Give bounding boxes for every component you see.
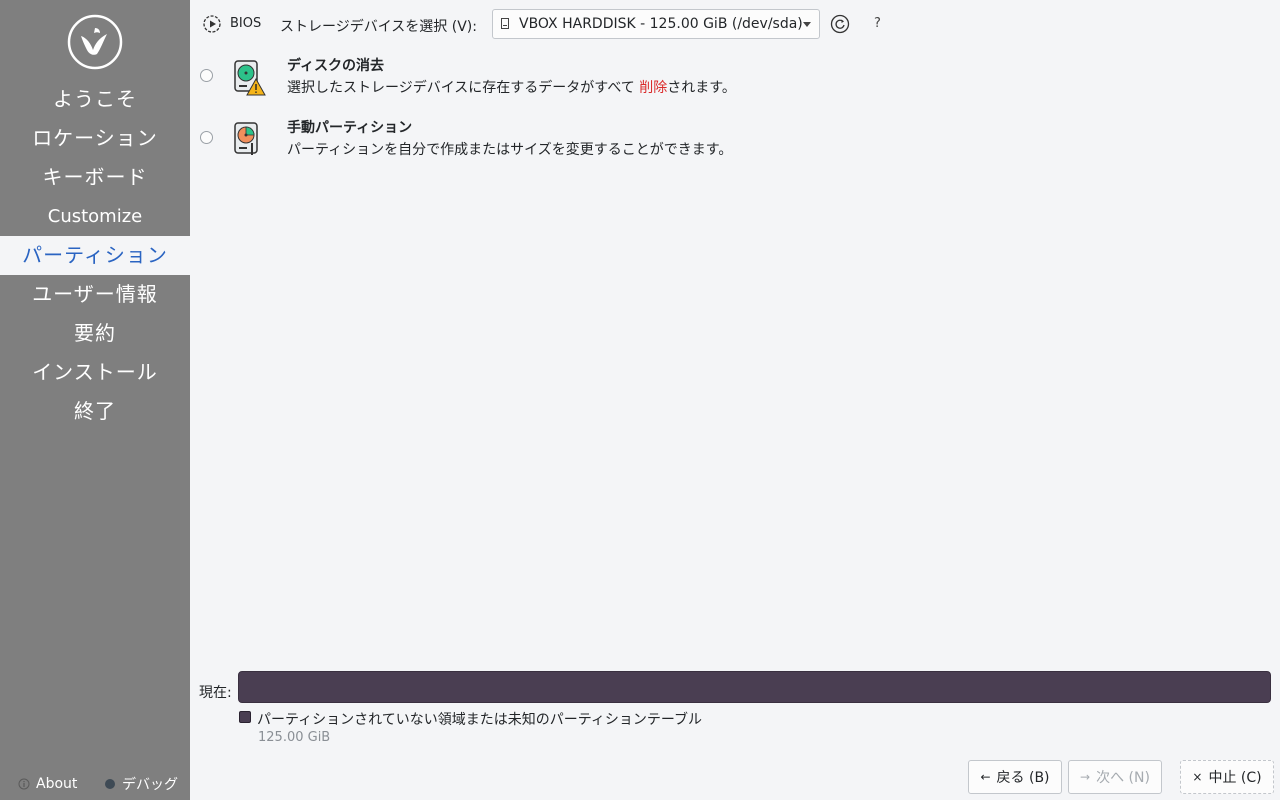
- play-circle-icon: [203, 15, 221, 33]
- erase-disk-radio[interactable]: [200, 69, 213, 82]
- cancel-label: 中止 (C): [1208, 770, 1262, 786]
- storage-device-select[interactable]: VBOX HARDDISK - 125.00 GiB (/dev/sda): [492, 9, 820, 39]
- manual-partition-description: パーティションを自分で作成またはサイズを変更することができます。: [287, 142, 733, 158]
- current-label: 現在:: [199, 685, 232, 701]
- manual-partition-title: 手動パーティション: [287, 120, 413, 136]
- arrow-right-icon: →: [1080, 770, 1091, 784]
- sidebar-item-keyboard[interactable]: キーボード: [0, 158, 190, 197]
- erase-disk-option[interactable]: ディスクの消去 選択したストレージデバイスに存在するデータがすべて 削除されます…: [190, 55, 1280, 111]
- legend-size: 125.00 GiB: [258, 730, 331, 745]
- refresh-icon[interactable]: [830, 14, 850, 34]
- manual-partition-icon: [234, 122, 258, 155]
- erase-desc-text: 選択したストレージデバイスに存在するデータがすべて: [287, 80, 640, 96]
- storage-device-value: VBOX HARDDISK - 125.00 GiB (/dev/sda): [519, 16, 803, 32]
- erase-desc-danger: 削除: [639, 80, 668, 96]
- cancel-button[interactable]: × 中止 (C): [1180, 760, 1274, 794]
- erase-desc-suffix: されます。: [667, 80, 736, 96]
- manual-partition-option[interactable]: 手動パーティション パーティションを自分で作成またはサイズを変更することができま…: [190, 117, 1280, 173]
- legend-text: パーティションされていない領域または未知のパーティションテーブル: [257, 712, 703, 728]
- next-button[interactable]: → 次へ (N): [1068, 760, 1162, 794]
- erase-disk-icon: [234, 60, 266, 96]
- debug-label: デバッグ: [122, 777, 178, 793]
- dove-logo-icon: [67, 14, 123, 70]
- toolbar: BIOS ストレージデバイスを選択 (V): VBOX HARDDISK - 1…: [190, 0, 1280, 48]
- sidebar-item-welcome[interactable]: ようこそ: [0, 80, 190, 119]
- current-partition-bar: [238, 671, 1271, 703]
- sidebar-item-user-info[interactable]: ユーザー情報: [0, 275, 190, 314]
- back-label: 戻る (B): [996, 770, 1050, 786]
- about-button[interactable]: About: [18, 774, 77, 794]
- bug-icon: [105, 779, 115, 789]
- debug-button[interactable]: デバッグ: [104, 774, 178, 794]
- next-label: 次へ (N): [1096, 770, 1150, 786]
- sidebar-item-finish[interactable]: 終了: [0, 392, 190, 431]
- help-button[interactable]: ?: [874, 16, 881, 31]
- sidebar-item-customize[interactable]: Customize: [0, 197, 190, 236]
- sidebar-item-partition[interactable]: パーティション: [0, 236, 190, 275]
- erase-disk-title: ディスクの消去: [287, 58, 385, 74]
- manual-partition-radio[interactable]: [200, 131, 213, 144]
- back-button[interactable]: ← 戻る (B): [968, 760, 1062, 794]
- info-icon: [18, 778, 30, 790]
- storage-device-label: ストレージデバイスを選択 (V):: [280, 19, 477, 35]
- sidebar: ようこそ ロケーション キーボード Customize パーティション ユーザー…: [0, 0, 190, 800]
- sidebar-item-location[interactable]: ロケーション: [0, 119, 190, 158]
- about-label: About: [36, 776, 78, 792]
- close-icon: ×: [1192, 770, 1203, 784]
- drive-icon: [501, 18, 509, 29]
- erase-disk-description: 選択したストレージデバイスに存在するデータがすべて 削除されます。: [287, 77, 736, 97]
- sidebar-item-install[interactable]: インストール: [0, 353, 190, 392]
- legend-swatch: [239, 711, 251, 723]
- sidebar-item-summary[interactable]: 要約: [0, 314, 190, 353]
- chevron-down-icon: [803, 22, 811, 27]
- arrow-left-icon: ←: [980, 770, 991, 784]
- bios-label: BIOS: [230, 16, 262, 31]
